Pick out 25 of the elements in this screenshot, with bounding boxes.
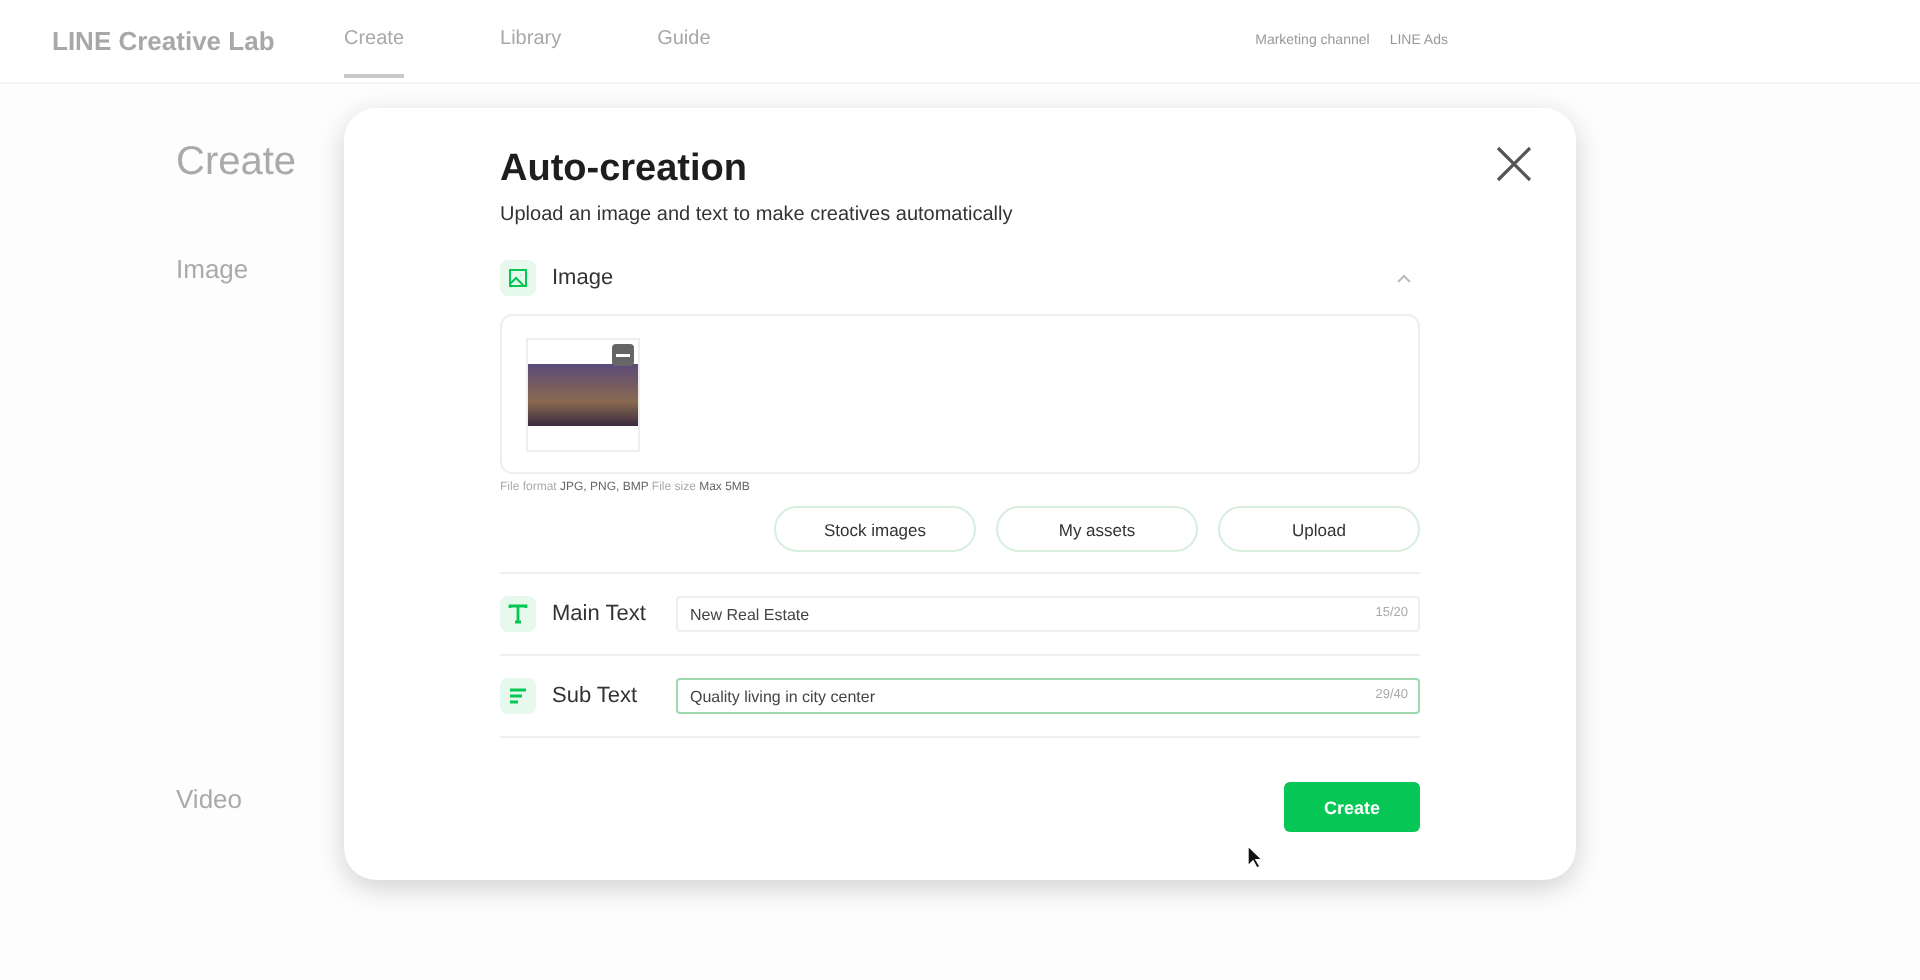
section-label: Image — [552, 266, 614, 290]
text-icon — [508, 604, 528, 624]
section-heading: Video — [176, 784, 243, 814]
dialog-title: Auto-creation — [500, 148, 749, 192]
image-icon — [500, 260, 536, 296]
source-button[interactable]: Stock images — [774, 506, 976, 552]
page-title: Create — [176, 140, 297, 186]
create-button[interactable]: Create — [1284, 782, 1420, 832]
nav-tab[interactable]: Create — [344, 4, 405, 78]
source-button[interactable]: My assets — [996, 506, 1198, 552]
nav-tab[interactable]: Library — [500, 4, 562, 78]
close-button[interactable] — [1492, 142, 1536, 186]
field-label: Main Text — [552, 602, 648, 626]
mouse-pointer-icon — [1246, 844, 1264, 870]
minus-icon — [616, 353, 630, 357]
remove-button[interactable] — [612, 344, 634, 366]
image-thumbnail[interactable] — [526, 338, 640, 452]
photo-placeholder — [528, 364, 638, 426]
dialog-subtitle: Upload an image and text to make creatives automatically — [500, 204, 1015, 226]
brand-logo[interactable]: LINE Creative Lab — [52, 26, 344, 56]
nav-tab[interactable]: Guide — [657, 4, 711, 78]
section-heading: Image — [176, 254, 249, 284]
source-button[interactable]: Upload — [1218, 506, 1420, 552]
field-label: Sub Text — [552, 684, 640, 708]
lines-icon — [508, 686, 528, 706]
